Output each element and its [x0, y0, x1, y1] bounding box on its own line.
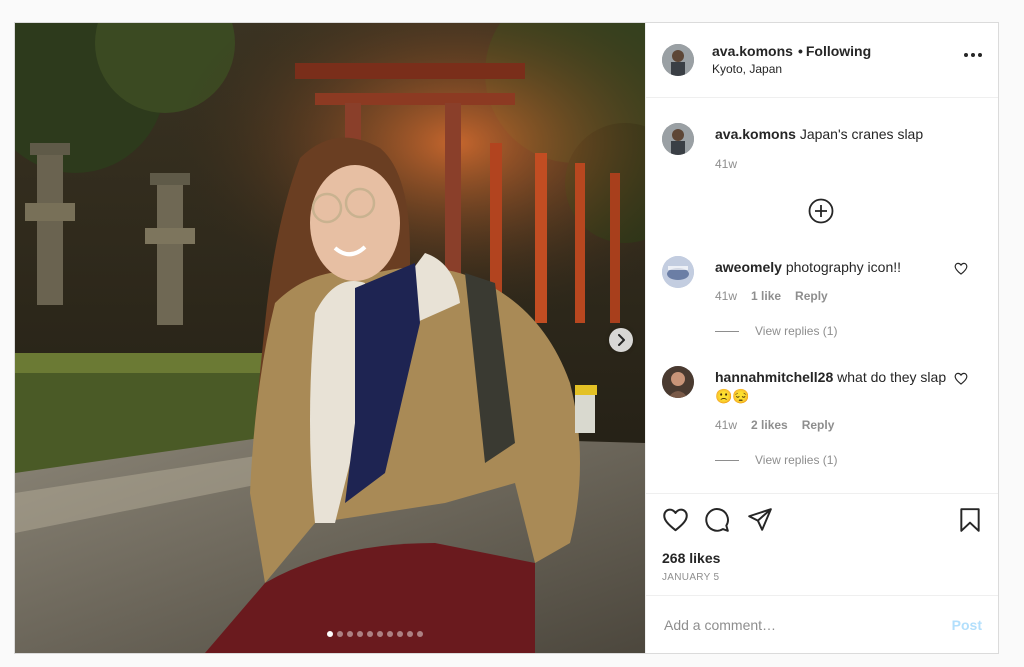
- caption-username[interactable]: ava.komons: [715, 126, 796, 142]
- author-username[interactable]: ava.komons: [712, 43, 793, 59]
- post-comment-button[interactable]: Post: [952, 617, 982, 633]
- commenter-avatar[interactable]: [662, 256, 694, 288]
- likes-count[interactable]: 268 likes: [646, 549, 998, 571]
- comment-content: photography icon!!: [785, 259, 902, 275]
- post-header-text: ava.komons • Following Kyoto, Japan: [712, 42, 871, 77]
- commenter-avatar[interactable]: [662, 366, 694, 398]
- plus-circle-icon: [808, 198, 834, 224]
- post-card: ava.komons • Following Kyoto, Japan ava.…: [14, 22, 999, 654]
- heart-icon: [954, 372, 968, 385]
- chevron-right-icon: [618, 334, 625, 346]
- comment-item: hannahmitchell28 what do they slap🙁😔 41w…: [662, 366, 982, 476]
- load-more-comments-button[interactable]: [808, 198, 834, 229]
- carousel-dot: [377, 631, 383, 637]
- paper-plane-icon: [748, 508, 772, 531]
- replies-divider: [715, 330, 739, 332]
- follow-status[interactable]: Following: [806, 43, 871, 59]
- comment-text: aweomely photography icon!!: [715, 258, 952, 277]
- comment-likes[interactable]: 1 like: [751, 289, 781, 303]
- share-button[interactable]: [747, 507, 773, 537]
- caption-meta: 41w: [715, 157, 737, 171]
- comment-username[interactable]: aweomely: [715, 259, 782, 275]
- view-replies-button[interactable]: View replies (1): [715, 324, 837, 338]
- reply-button[interactable]: Reply: [802, 418, 835, 432]
- carousel-dot: [357, 631, 363, 637]
- caption-text: ava.komons Japan's cranes slap: [715, 125, 952, 144]
- comment-age[interactable]: 41w: [715, 418, 737, 432]
- heart-icon: [954, 262, 968, 275]
- comment-likes[interactable]: 2 likes: [751, 418, 788, 432]
- comment-age[interactable]: 41w: [715, 289, 737, 303]
- comment-composer: Post: [646, 595, 998, 653]
- author-avatar[interactable]: [662, 44, 694, 76]
- comment-item: aweomely photography icon!! 41w 1 like R…: [662, 256, 982, 346]
- carousel-dot: [337, 631, 343, 637]
- comment-icon: [705, 508, 729, 532]
- carousel-dot: [397, 631, 403, 637]
- like-button[interactable]: [662, 507, 689, 537]
- save-button[interactable]: [958, 507, 982, 538]
- more-options-button[interactable]: [964, 53, 982, 57]
- carousel-dot: [367, 631, 373, 637]
- like-comment-button[interactable]: [954, 262, 968, 280]
- comment-meta: 41w 1 like Reply: [715, 289, 828, 303]
- comment-text: hannahmitchell28 what do they slap🙁😔: [715, 368, 952, 406]
- view-replies-button[interactable]: View replies (1): [715, 453, 837, 467]
- next-slide-button[interactable]: [609, 328, 633, 352]
- caption-age[interactable]: 41w: [715, 157, 737, 171]
- action-bar: [646, 493, 998, 549]
- author-avatar[interactable]: [662, 123, 694, 155]
- photo-image: [15, 23, 645, 653]
- more-horizontal-icon: [964, 53, 968, 57]
- comments-section: ava.komons Japan's cranes slap 41w aweom…: [646, 98, 998, 493]
- post-header: ava.komons • Following Kyoto, Japan: [646, 23, 998, 98]
- more-dot: [971, 53, 975, 57]
- carousel-dot: [407, 631, 413, 637]
- heart-icon: [663, 508, 688, 532]
- carousel-indicator: [15, 631, 645, 637]
- comment-meta: 41w 2 likes Reply: [715, 418, 834, 432]
- more-dot: [978, 53, 982, 57]
- post-photo[interactable]: [15, 23, 645, 653]
- comment-button[interactable]: [704, 507, 730, 538]
- separator-dot: •: [797, 43, 803, 60]
- caption-content: Japan's cranes slap: [799, 126, 924, 142]
- comment-username[interactable]: hannahmitchell28: [715, 369, 833, 385]
- post-location[interactable]: Kyoto, Japan: [712, 61, 871, 77]
- view-replies-label: View replies (1): [755, 453, 838, 467]
- caption: ava.komons Japan's cranes slap 41w: [662, 123, 982, 183]
- like-comment-button[interactable]: [954, 372, 968, 390]
- carousel-dot: [417, 631, 423, 637]
- carousel-dot: [387, 631, 393, 637]
- reply-button[interactable]: Reply: [795, 289, 828, 303]
- carousel-dot: [327, 631, 333, 637]
- post-date[interactable]: JANUARY 5: [646, 571, 998, 595]
- replies-divider: [715, 459, 739, 461]
- carousel-dot: [347, 631, 353, 637]
- comment-input[interactable]: [662, 615, 952, 634]
- post-sidebar: ava.komons • Following Kyoto, Japan ava.…: [645, 23, 998, 653]
- bookmark-icon: [960, 508, 980, 532]
- view-replies-label: View replies (1): [755, 324, 838, 338]
